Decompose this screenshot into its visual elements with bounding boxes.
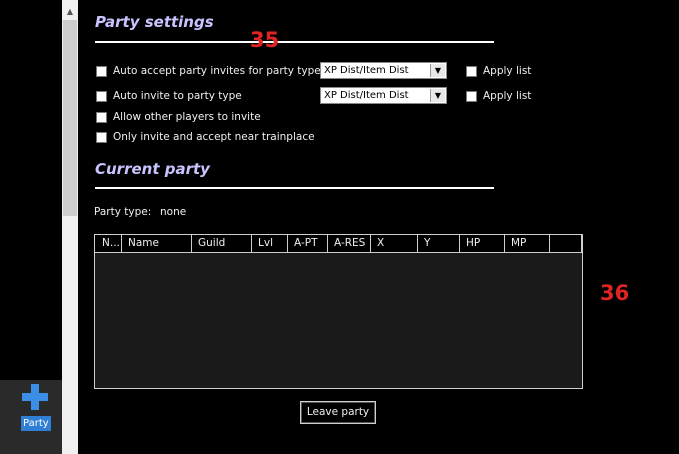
allow-others-invite-option[interactable]: Allow other players to invite: [96, 111, 261, 123]
column-header-filler: [550, 235, 582, 253]
chevron-down-icon[interactable]: ▼: [430, 89, 445, 102]
column-header-y[interactable]: Y: [418, 235, 460, 253]
near-trainplace-label: Only invite and accept near trainplace: [113, 131, 315, 143]
allow-others-invite-checkbox[interactable]: [96, 111, 107, 123]
current-party-divider: [95, 187, 494, 189]
party-type-value: none: [160, 206, 187, 218]
auto-accept-select-value: XP Dist/Item Dist: [324, 65, 409, 76]
near-trainplace-option[interactable]: Only invite and accept near trainplace: [96, 131, 315, 143]
auto-invite-apply-checkbox[interactable]: [466, 90, 477, 102]
plus-icon: [22, 384, 48, 410]
party-type-label: Party type:: [94, 206, 152, 218]
column-header-hp[interactable]: HP: [460, 235, 505, 253]
column-header-a-res[interactable]: A-RES: [328, 235, 371, 253]
auto-accept-apply-checkbox[interactable]: [466, 65, 477, 77]
annotation-35: 35: [250, 28, 280, 52]
sidebar-party-label[interactable]: Party: [21, 416, 51, 431]
auto-invite-party-type-select[interactable]: XP Dist/Item Dist ▼: [320, 87, 447, 104]
column-header-mp[interactable]: MP: [505, 235, 550, 253]
annotation-36: 36: [600, 281, 630, 305]
auto-invite-label: Auto invite to party type: [113, 90, 242, 102]
scrollbar-thumb[interactable]: [63, 20, 77, 216]
auto-accept-party-type-select[interactable]: XP Dist/Item Dist ▼: [320, 62, 447, 79]
party-table-header: N... Name Guild Lvl A-PT A-RES X Y HP MP: [95, 235, 582, 253]
column-header-x[interactable]: X: [371, 235, 418, 253]
leave-party-button[interactable]: Leave party: [300, 401, 376, 424]
auto-accept-option[interactable]: Auto accept party invites for party type: [96, 65, 321, 77]
column-header-lvl[interactable]: Lvl: [252, 235, 288, 253]
auto-invite-apply-list[interactable]: Apply list: [466, 90, 531, 102]
auto-invite-apply-label: Apply list: [483, 90, 532, 102]
chevron-up-icon[interactable]: ▲: [62, 3, 78, 19]
auto-invite-checkbox[interactable]: [96, 90, 107, 102]
auto-invite-select-value: XP Dist/Item Dist: [324, 90, 409, 101]
party-members-table[interactable]: N... Name Guild Lvl A-PT A-RES X Y HP MP: [94, 234, 583, 389]
column-header-number[interactable]: N...: [95, 235, 122, 253]
current-party-title: Current party: [95, 160, 210, 178]
auto-accept-checkbox[interactable]: [96, 65, 107, 77]
column-header-a-pt[interactable]: A-PT: [288, 235, 328, 253]
auto-accept-apply-list[interactable]: Apply list: [466, 65, 531, 77]
party-settings-divider: [95, 41, 494, 43]
near-trainplace-checkbox[interactable]: [96, 131, 107, 143]
auto-accept-apply-label: Apply list: [483, 65, 532, 77]
auto-accept-label: Auto accept party invites for party type: [113, 65, 321, 77]
allow-others-invite-label: Allow other players to invite: [113, 111, 261, 123]
auto-invite-option[interactable]: Auto invite to party type: [96, 90, 242, 102]
column-header-name[interactable]: Name: [122, 235, 192, 253]
column-header-guild[interactable]: Guild: [192, 235, 252, 253]
party-settings-title: Party settings: [95, 13, 214, 31]
chevron-down-icon[interactable]: ▼: [430, 64, 445, 77]
